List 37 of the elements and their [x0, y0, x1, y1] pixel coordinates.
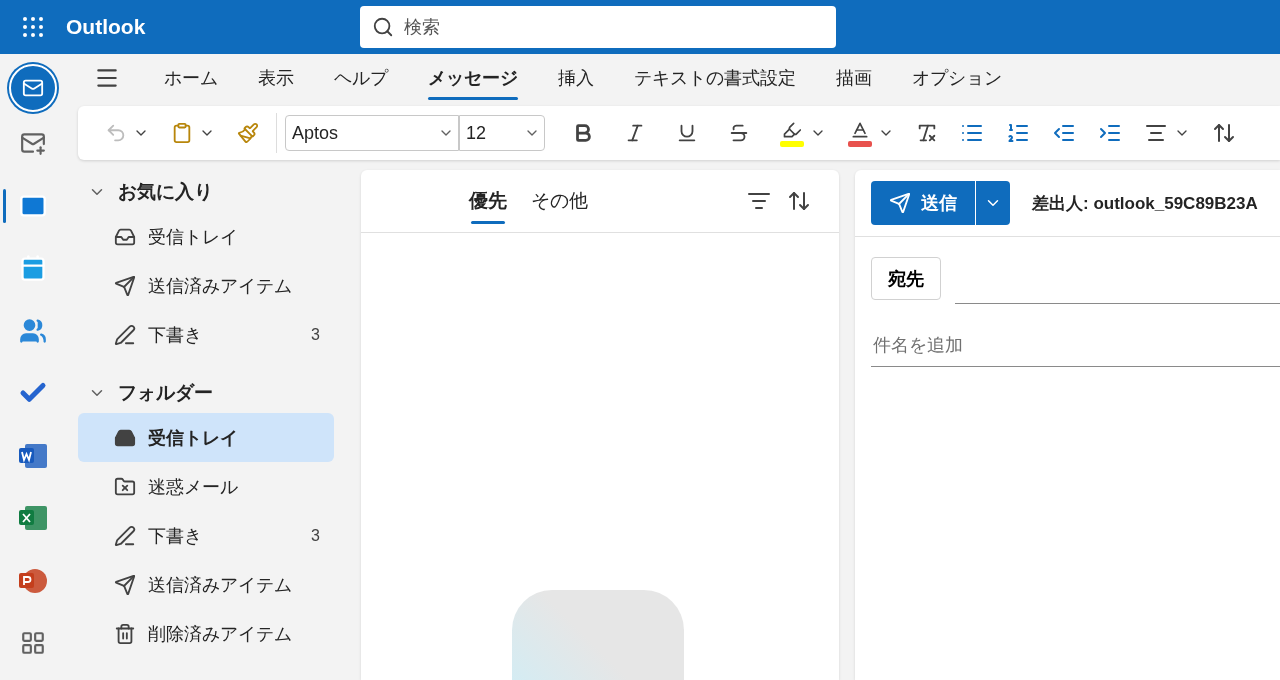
send-button[interactable]: 送信: [871, 181, 975, 225]
unread-count: 3: [311, 526, 320, 545]
ribbon-tab[interactable]: 表示: [238, 58, 314, 98]
folder-item[interactable]: 受信トレイ: [78, 413, 334, 462]
ribbon-tab[interactable]: メッセージ: [408, 58, 538, 98]
ribbon-tab[interactable]: 挿入: [538, 58, 614, 98]
unread-count: 3: [311, 325, 320, 344]
folder-name: 送信済みアイテム: [148, 573, 293, 597]
subject-field[interactable]: 件名を追加: [871, 324, 1280, 367]
folder-item[interactable]: 送信済みアイテム: [78, 560, 334, 609]
folder-item[interactable]: 下書き 3: [78, 511, 334, 560]
inbox-tab[interactable]: その他: [519, 182, 600, 220]
ribbon-tab[interactable]: オプション: [892, 58, 1022, 98]
ribbon-tab[interactable]: 描画: [816, 58, 892, 98]
folder-item[interactable]: 迷惑メール: [78, 462, 334, 511]
folder-item[interactable]: 受信トレイ: [78, 212, 334, 261]
folder-name: 下書き: [148, 323, 203, 347]
sender-address: 差出人: outlook_59C89B23A: [1032, 192, 1258, 215]
to-button[interactable]: 宛先: [871, 257, 941, 300]
folder-section-header[interactable]: お気に入り: [78, 172, 345, 212]
font-dropdown[interactable]: Aptos: [285, 115, 459, 151]
ribbon-tab[interactable]: ヘルプ: [314, 58, 408, 98]
folder-name: 削除済みアイテム: [148, 622, 293, 646]
app-name: Outlook: [66, 15, 147, 39]
ribbon-tab[interactable]: ホーム: [144, 58, 238, 98]
folder-item[interactable]: 削除済みアイテム: [78, 609, 334, 658]
font-size-dropdown[interactable]: 12: [459, 115, 545, 151]
folder-item[interactable]: 送信済みアイテム: [78, 261, 334, 310]
folder-section-header[interactable]: フォルダー: [78, 373, 345, 413]
folder-name: 受信トレイ: [148, 426, 239, 450]
search-field[interactable]: 検索: [360, 6, 836, 48]
folder-name: 送信済みアイテム: [148, 274, 293, 298]
folder-name: 迷惑メール: [148, 475, 239, 499]
folder-name: 受信トレイ: [148, 225, 239, 249]
ribbon-tab[interactable]: テキストの書式設定: [614, 58, 816, 98]
folder-item[interactable]: 下書き 3: [78, 310, 334, 359]
folder-name: 下書き: [148, 524, 203, 548]
